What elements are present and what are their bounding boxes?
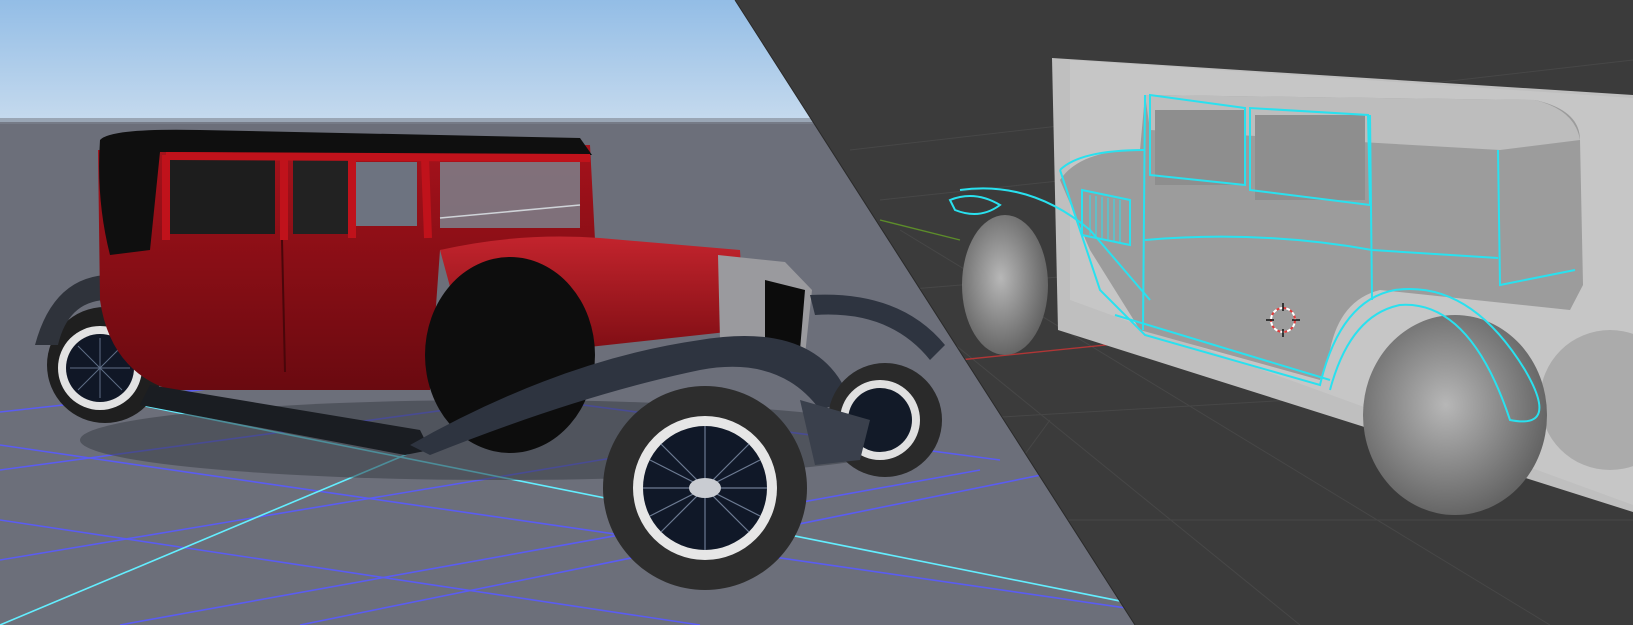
- model-rear-wheel: [1363, 315, 1547, 515]
- scene: [0, 0, 1633, 625]
- model-front-wheel: [962, 215, 1048, 355]
